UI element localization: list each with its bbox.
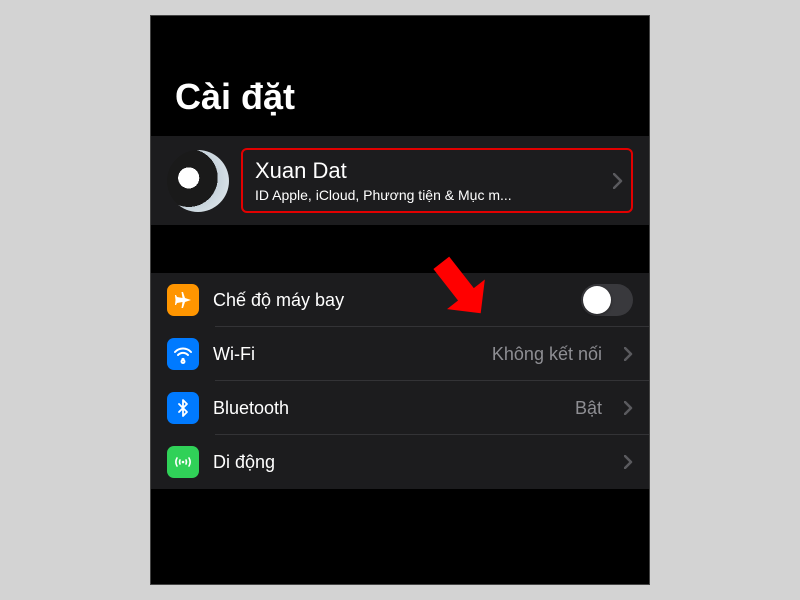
airplane-toggle[interactable] xyxy=(581,284,633,316)
profile-highlight-box: Xuan Dat ID Apple, iCloud, Phương tiện &… xyxy=(241,148,633,213)
avatar xyxy=(167,150,229,212)
apple-id-row[interactable]: Xuan Dat ID Apple, iCloud, Phương tiện &… xyxy=(151,136,649,225)
wifi-label: Wi-Fi xyxy=(213,344,478,365)
bluetooth-icon xyxy=(167,392,199,424)
toggle-knob xyxy=(583,286,611,314)
wifi-row[interactable]: Wi-Fi Không kết nối xyxy=(151,327,649,381)
cellular-row[interactable]: Di động xyxy=(151,435,649,489)
profile-subtitle: ID Apple, iCloud, Phương tiện & Mục m... xyxy=(255,187,601,203)
bluetooth-label: Bluetooth xyxy=(213,398,561,419)
section-gap xyxy=(151,225,649,273)
cellular-label: Di động xyxy=(213,452,602,473)
chevron-right-icon xyxy=(624,455,633,469)
chevron-right-icon xyxy=(624,401,633,415)
bluetooth-value: Bật xyxy=(575,398,602,419)
cellular-icon xyxy=(167,446,199,478)
header: Cài đặt xyxy=(151,16,649,136)
profile-name: Xuan Dat xyxy=(255,158,601,184)
wifi-value: Không kết nối xyxy=(492,344,602,365)
settings-screen: Cài đặt Xuan Dat ID Apple, iCloud, Phươn… xyxy=(150,15,650,585)
airplane-mode-row[interactable]: Chế độ máy bay xyxy=(151,273,649,327)
chevron-right-icon xyxy=(624,347,633,361)
bluetooth-row[interactable]: Bluetooth Bật xyxy=(151,381,649,435)
page-title: Cài đặt xyxy=(175,76,625,118)
airplane-icon xyxy=(167,284,199,316)
airplane-label: Chế độ máy bay xyxy=(213,290,567,311)
chevron-right-icon xyxy=(613,173,623,189)
settings-group: Chế độ máy bay Wi-Fi Không kết nối Bluet… xyxy=(151,273,649,489)
wifi-icon xyxy=(167,338,199,370)
